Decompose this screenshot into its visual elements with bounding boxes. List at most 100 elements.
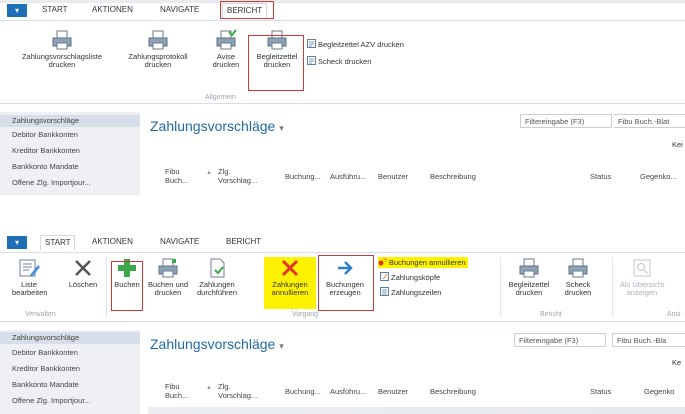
liste-bearbeiten-button[interactable]: Liste bearbeiten <box>12 257 48 297</box>
loeschen-button[interactable]: Löschen <box>66 257 100 289</box>
column-header-gegenkonto[interactable]: Gegenko... <box>640 172 677 181</box>
sort-up-icon: ▲ <box>206 170 212 176</box>
button-label: drucken <box>515 288 543 297</box>
nav-item-bankkonto-mandate[interactable]: Bankkonto Mandate <box>12 162 79 171</box>
scheck-drucken-button[interactable]: Scheck drucken <box>558 257 598 297</box>
navigation-pane: Zahlungsvorschläge Debitor Bankkonten Kr… <box>0 112 140 195</box>
ribbon: Liste bearbeiten Löschen Verwalten Buche… <box>0 252 685 322</box>
filter-input[interactable]: Filtereingabe (F3) <box>514 333 606 347</box>
tab-bericht[interactable]: BERICHT <box>222 3 268 19</box>
column-header-status[interactable]: Status <box>590 172 611 181</box>
column-header-ausfuehrung[interactable]: Ausführu... <box>330 172 366 181</box>
zahlungszeilen-button[interactable]: Zahlungszeilen <box>380 287 441 298</box>
filter-field-select[interactable]: Fibu Buch.-Bla <box>612 333 685 347</box>
button-label: Scheck drucken <box>318 57 372 66</box>
sort-up-icon: ▲ <box>206 385 212 391</box>
nav-item-zahlungsvorschlaege[interactable]: Zahlungsvorschläge <box>0 115 140 127</box>
ribbon: Zahlungsvorschlagsliste drucken Zahlungs… <box>0 20 685 104</box>
button-label: drucken <box>263 60 291 69</box>
buchen-button[interactable]: Buchen <box>112 257 142 289</box>
nav-item-bankkonto-mandate[interactable]: Bankkonto Mandate <box>12 380 79 389</box>
nav-item-kreditor-bankkonten[interactable]: Kreditor Bankkonten <box>12 364 80 373</box>
filter-input[interactable]: Filtereingabe (F3) <box>520 114 612 128</box>
button-label: Buchungen annullieren <box>389 258 466 267</box>
table-row[interactable] <box>148 407 685 414</box>
chevron-down-icon[interactable]: ▾ <box>279 123 284 133</box>
column-header-beschreibung[interactable]: Beschreibung <box>430 387 476 396</box>
nav-item-offene-zlg-importjournal[interactable]: Offene Zlg. Importjour... <box>12 178 91 187</box>
zahlungen-annullieren-button[interactable]: Zahlungen annullieren <box>264 257 316 309</box>
nav-item-zahlungsvorschlaege[interactable]: Zahlungsvorschläge <box>0 332 140 344</box>
begleitzettel-drucken-button[interactable]: Begleitzettel drucken <box>252 29 302 69</box>
begleitzettel-drucken-button[interactable]: Begleitzettel drucken <box>505 257 553 297</box>
edit-list-icon <box>18 257 40 279</box>
button-label: drucken <box>144 60 172 69</box>
button-label: drucken <box>212 60 240 69</box>
column-header-benutzer[interactable]: Benutzer <box>378 387 408 396</box>
group-label-verwalten: Verwalten <box>25 311 56 318</box>
tab-aktionen[interactable]: AKTIONEN <box>88 235 137 249</box>
status-text: Kei <box>672 140 683 149</box>
zahlungskoepfe-button[interactable]: Zahlungsköpfe <box>380 272 440 283</box>
filter-field-select[interactable]: Fibu Buch.-Blat <box>614 114 685 128</box>
tab-bericht[interactable]: BERICHT <box>222 235 265 249</box>
column-header-zlg-vorschlag[interactable]: Zlg. Vorschlag... <box>218 167 257 185</box>
column-header-fibu-buch[interactable]: Fibu Buch... <box>165 167 188 185</box>
group-separator <box>106 257 107 317</box>
tab-start[interactable]: START <box>40 235 76 251</box>
zahlungsvorschlagsliste-drucken-button[interactable]: Zahlungsvorschlagsliste drucken <box>8 29 116 69</box>
button-label: erzeugen <box>329 288 361 297</box>
panel-start-tab: ▾ START AKTIONEN NAVIGATE BERICHT Liste … <box>0 232 685 414</box>
button-label: Begleitzettel AZV drucken <box>318 40 404 49</box>
document-arrow-icon <box>206 257 228 279</box>
column-header-ausfuehrung[interactable]: Ausführu... <box>330 387 366 396</box>
overview-icon <box>631 257 653 279</box>
chevron-down-icon[interactable]: ▾ <box>279 341 284 351</box>
zahlungsprotokoll-drucken-button[interactable]: Zahlungsprotokoll drucken <box>120 29 196 69</box>
column-header-beschreibung[interactable]: Beschreibung <box>430 172 476 181</box>
column-header-fibu-buch[interactable]: Fibu Buch... <box>165 382 188 400</box>
nav-item-debitor-bankkonten[interactable]: Debitor Bankkonten <box>12 130 78 139</box>
cancel-x-icon <box>279 257 301 279</box>
nav-item-kreditor-bankkonten[interactable]: Kreditor Bankkonten <box>12 146 80 155</box>
app-menu-button[interactable]: ▾ <box>7 4 27 17</box>
zahlungen-durchfuehren-button[interactable]: Zahlungen durchführen <box>193 257 241 297</box>
column-header-buchung[interactable]: Buchung... <box>285 172 321 181</box>
column-header-zlg-vorschlag[interactable]: Zlg. Vorschlag... <box>218 382 257 400</box>
scheck-drucken-button[interactable]: Scheck drucken <box>307 56 371 67</box>
button-label: Zahlungszeilen <box>391 288 442 297</box>
printer-icon <box>266 29 288 51</box>
tab-start[interactable]: START <box>38 3 71 17</box>
buchungen-erzeugen-button[interactable]: Buchungen erzeugen <box>320 257 370 297</box>
status-text: Ke <box>672 358 682 367</box>
button-label: bearbeiten <box>12 288 48 297</box>
column-header-gegenkonto[interactable]: Gegenko <box>644 387 674 396</box>
nav-item-debitor-bankkonten[interactable]: Debitor Bankkonten <box>12 348 78 357</box>
begleitzettel-azv-drucken-button[interactable]: Begleitzettel AZV drucken <box>307 39 404 50</box>
tab-aktionen[interactable]: AKTIONEN <box>88 3 137 17</box>
column-header-status[interactable]: Status <box>590 387 611 396</box>
button-label: durchführen <box>196 288 238 297</box>
column-header-line: Vorschlag... <box>218 391 258 400</box>
tab-navigate[interactable]: NAVIGATE <box>156 3 203 17</box>
column-header-buchung[interactable]: Buchung... <box>285 387 321 396</box>
button-label: drucken <box>48 60 76 69</box>
nav-item-offene-zlg-importjournal[interactable]: Offene Zlg. Importjour... <box>12 396 91 405</box>
post-print-icon <box>157 257 179 279</box>
buchungen-annullieren-button[interactable]: Buchungen annullieren <box>378 257 468 268</box>
navigation-pane: Zahlungsvorschläge Debitor Bankkonten Kr… <box>0 330 140 414</box>
button-label: Löschen <box>68 280 98 289</box>
als-uebersicht-anzeigen-button[interactable]: Als Übersicht anzeigen <box>618 257 666 297</box>
button-label: annullieren <box>271 288 309 297</box>
group-label-bericht: Bericht <box>540 311 562 318</box>
avise-drucken-button[interactable]: Avise drucken <box>206 29 246 69</box>
app-menu-button[interactable]: ▾ <box>7 236 27 249</box>
page-title: Zahlungsvorschläge ▾ <box>150 118 284 134</box>
report-icon <box>307 39 316 48</box>
column-header-line: Vorschlag... <box>218 176 258 185</box>
buchen-und-drucken-button[interactable]: Buchen und drucken <box>146 257 190 297</box>
column-header-benutzer[interactable]: Benutzer <box>378 172 408 181</box>
column-header-line: Fibu <box>165 167 180 176</box>
tab-navigate[interactable]: NAVIGATE <box>156 235 203 249</box>
printer-icon <box>518 257 540 279</box>
